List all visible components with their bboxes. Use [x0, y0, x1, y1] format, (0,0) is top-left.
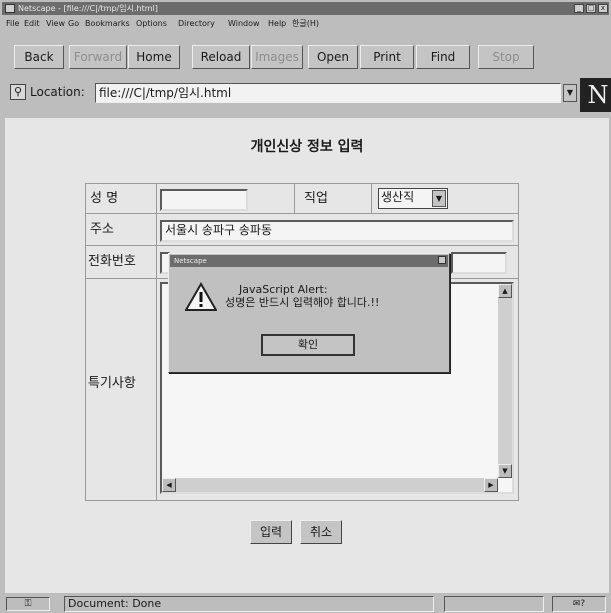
phone-input-end[interactable] [451, 252, 507, 274]
scroll-left-icon[interactable]: ◀ [162, 478, 176, 492]
submit-button[interactable]: 입력 [250, 520, 292, 544]
row-divider [86, 213, 518, 214]
alert-title: Netscape [170, 255, 448, 267]
find-button[interactable]: Find [416, 45, 470, 69]
open-button[interactable]: Open [308, 45, 358, 69]
cell-divider [371, 184, 372, 213]
job-label: 직업 [304, 191, 328, 206]
menu-options[interactable]: Options [136, 17, 167, 31]
name-input[interactable] [160, 189, 248, 211]
alert-message: 성명은 반드시 입력해야 합니다.!! [225, 296, 380, 309]
name-label: 성 명 [90, 191, 119, 206]
menu-file[interactable]: File [6, 17, 19, 31]
horizontal-scrollbar[interactable]: ◀ ▶ [162, 478, 498, 492]
job-select[interactable]: 생산직 ▼ [378, 188, 448, 209]
label-column-divider [156, 184, 157, 500]
notes-label: 특기사항 [88, 376, 136, 391]
menu-go[interactable]: Go [68, 17, 79, 31]
back-button[interactable]: Back [14, 45, 64, 69]
images-button[interactable]: Images [251, 45, 303, 69]
page-title: 개인신상 정보 입력 [250, 139, 364, 155]
security-key-icon: ⚿ [6, 597, 50, 611]
location-bar: ⚲ Location: file:///C|/tmp/임시.html ▼ N [8, 78, 611, 112]
menu-window[interactable]: Window [228, 17, 260, 31]
browser-window: Netscape - [file:///C|/tmp/임시.html] _ □ … [0, 0, 611, 613]
scroll-up-icon[interactable]: ▲ [498, 284, 512, 298]
menu-directory[interactable]: Directory [178, 17, 215, 31]
netscape-app-icon [5, 4, 15, 13]
home-button[interactable]: Home [128, 45, 180, 69]
menu-bookmarks[interactable]: Bookmarks [85, 17, 130, 31]
location-input[interactable]: file:///C|/tmp/임시.html [95, 83, 561, 103]
alert-ok-button[interactable]: 확인 [261, 334, 355, 356]
cell-divider [294, 184, 295, 213]
phone-label: 전화번호 [88, 254, 136, 269]
mail-icon[interactable]: ✉? [552, 596, 606, 612]
title-bar: Netscape - [file:///C|/tmp/임시.html] _ □ … [2, 2, 609, 15]
alert-close-icon[interactable] [438, 256, 446, 264]
menu-view[interactable]: View [46, 17, 65, 31]
status-text: Document: Done [64, 596, 434, 612]
scroll-right-icon[interactable]: ▶ [484, 478, 498, 492]
job-select-value: 생산직 [381, 190, 415, 204]
chevron-down-icon: ▼ [432, 190, 446, 207]
alert-message-heading: JavaScript Alert: [239, 283, 328, 296]
location-label: Location: [30, 85, 85, 99]
address-label: 주소 [90, 222, 114, 237]
netscape-logo: N [580, 78, 611, 112]
row-divider [86, 245, 518, 246]
cancel-button[interactable]: 취소 [300, 520, 342, 544]
location-dropdown-icon[interactable]: ▼ [563, 84, 577, 102]
forward-button[interactable]: Forward [69, 45, 127, 69]
address-input[interactable]: 서울시 송파구 송파동 [160, 220, 514, 242]
menu-hangul[interactable]: 한글(H) [292, 17, 319, 31]
vertical-scrollbar[interactable]: ▲ ▼ [498, 284, 512, 478]
stop-button[interactable]: Stop [478, 45, 534, 69]
menu-bar: File Edit View Go Bookmarks Options Dire… [2, 17, 609, 31]
warning-icon [185, 282, 217, 311]
menu-help[interactable]: Help [268, 17, 286, 31]
scroll-down-icon[interactable]: ▼ [498, 464, 512, 478]
javascript-alert-dialog: Netscape JavaScript Alert: 성명은 반드시 입력해야 … [168, 253, 450, 373]
maximize-button[interactable]: □ [586, 4, 596, 13]
status-bar: ⚿ Document: Done ✉? [0, 595, 611, 613]
print-button[interactable]: Print [360, 45, 414, 69]
minimize-button[interactable]: _ [574, 4, 584, 13]
navigation-toolbar: Back Forward Home Reload Images Open Pri… [8, 45, 568, 71]
bookmark-link-icon[interactable]: ⚲ [10, 84, 26, 100]
reload-button[interactable]: Reload [192, 45, 250, 69]
menu-edit[interactable]: Edit [24, 17, 40, 31]
window-title: Netscape - [file:///C|/tmp/임시.html] [18, 4, 158, 13]
close-button[interactable]: x [598, 4, 608, 13]
progress-area [444, 596, 544, 612]
